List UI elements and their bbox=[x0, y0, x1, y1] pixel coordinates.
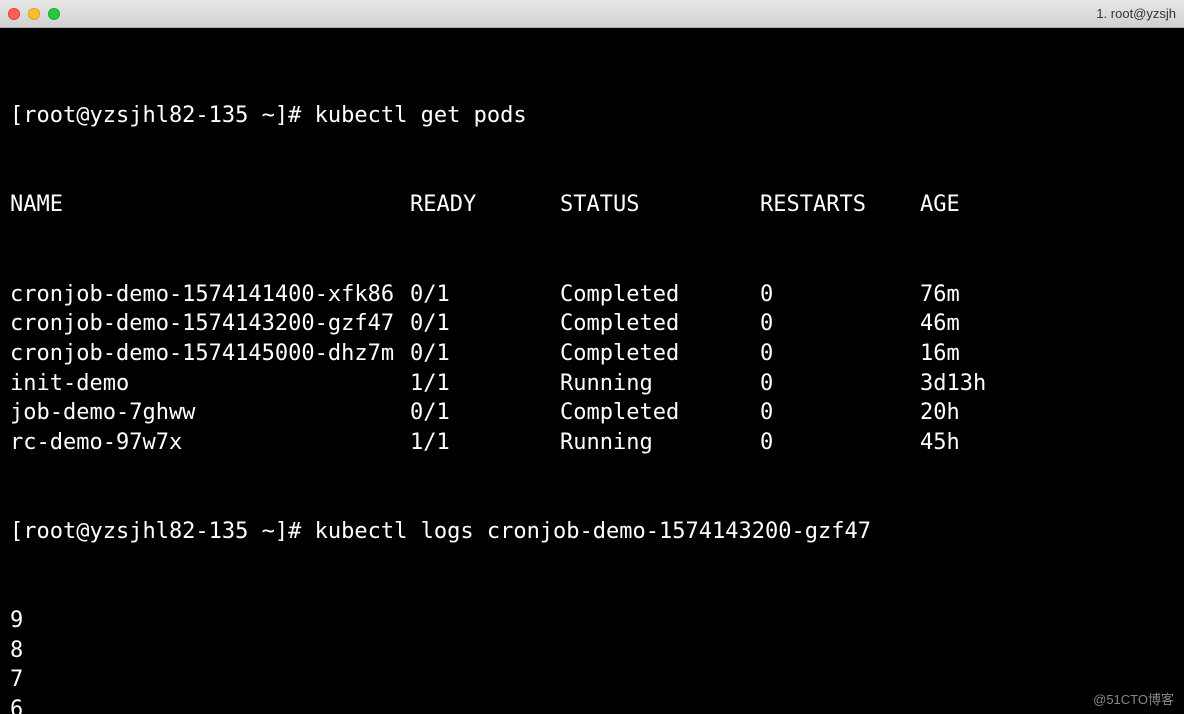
terminal-window: 1. root@yzsjh [root@yzsjhl82-135 ~]# kub… bbox=[0, 0, 1184, 714]
cell-age: 3d13h bbox=[920, 369, 1174, 399]
header-age: AGE bbox=[920, 190, 1174, 220]
log-line: 7 bbox=[10, 665, 1174, 695]
header-name: NAME bbox=[10, 190, 410, 220]
cell-status: Completed bbox=[560, 309, 760, 339]
cell-restarts: 0 bbox=[760, 369, 920, 399]
close-icon[interactable] bbox=[8, 8, 20, 20]
command-line-2: [root@yzsjhl82-135 ~]# kubectl logs cron… bbox=[10, 517, 1174, 547]
watermark: @51CTO博客 bbox=[1093, 689, 1174, 708]
cell-age: 76m bbox=[920, 280, 1174, 310]
cell-ready: 0/1 bbox=[410, 309, 560, 339]
cell-name: init-demo bbox=[10, 369, 410, 399]
traffic-lights bbox=[8, 8, 60, 20]
titlebar: 1. root@yzsjh bbox=[0, 0, 1184, 28]
cell-status: Running bbox=[560, 428, 760, 458]
prompt: [root@yzsjhl82-135 ~]# bbox=[10, 103, 315, 128]
cell-age: 16m bbox=[920, 339, 1174, 369]
cell-restarts: 0 bbox=[760, 398, 920, 428]
cell-name: cronjob-demo-1574141400-xfk86 bbox=[10, 280, 410, 310]
table-row: init-demo1/1Running03d13h bbox=[10, 369, 1174, 399]
window-title: 1. root@yzsjh bbox=[1096, 6, 1176, 21]
table-row: job-demo-7ghww0/1Completed020h bbox=[10, 398, 1174, 428]
cell-ready: 1/1 bbox=[410, 428, 560, 458]
cell-status: Completed bbox=[560, 398, 760, 428]
cell-ready: 0/1 bbox=[410, 339, 560, 369]
header-status: STATUS bbox=[560, 190, 760, 220]
table-row: cronjob-demo-1574145000-dhz7m0/1Complete… bbox=[10, 339, 1174, 369]
table-row: rc-demo-97w7x1/1Running045h bbox=[10, 428, 1174, 458]
cell-ready: 1/1 bbox=[410, 369, 560, 399]
cell-status: Running bbox=[560, 369, 760, 399]
cell-name: job-demo-7ghww bbox=[10, 398, 410, 428]
cell-restarts: 0 bbox=[760, 428, 920, 458]
command-text: kubectl logs cronjob-demo-1574143200-gzf… bbox=[315, 519, 871, 544]
cell-restarts: 0 bbox=[760, 309, 920, 339]
command-text: kubectl get pods bbox=[315, 103, 527, 128]
table-row: cronjob-demo-1574141400-xfk860/1Complete… bbox=[10, 280, 1174, 310]
cell-ready: 0/1 bbox=[410, 280, 560, 310]
table-rows: cronjob-demo-1574141400-xfk860/1Complete… bbox=[10, 280, 1174, 458]
cell-restarts: 0 bbox=[760, 339, 920, 369]
terminal-body[interactable]: [root@yzsjhl82-135 ~]# kubectl get pods … bbox=[0, 28, 1184, 714]
header-ready: READY bbox=[410, 190, 560, 220]
log-output: 987654321 bbox=[10, 606, 1174, 714]
table-header: NAMEREADYSTATUSRESTARTSAGE bbox=[10, 190, 1174, 220]
cell-status: Completed bbox=[560, 280, 760, 310]
cell-name: cronjob-demo-1574145000-dhz7m bbox=[10, 339, 410, 369]
cell-status: Completed bbox=[560, 339, 760, 369]
log-line: 8 bbox=[10, 636, 1174, 666]
maximize-icon[interactable] bbox=[48, 8, 60, 20]
log-line: 6 bbox=[10, 695, 1174, 714]
header-restarts: RESTARTS bbox=[760, 190, 920, 220]
cell-age: 20h bbox=[920, 398, 1174, 428]
cell-age: 46m bbox=[920, 309, 1174, 339]
cell-name: rc-demo-97w7x bbox=[10, 428, 410, 458]
cell-ready: 0/1 bbox=[410, 398, 560, 428]
minimize-icon[interactable] bbox=[28, 8, 40, 20]
table-row: cronjob-demo-1574143200-gzf470/1Complete… bbox=[10, 309, 1174, 339]
prompt: [root@yzsjhl82-135 ~]# bbox=[10, 519, 315, 544]
cell-restarts: 0 bbox=[760, 280, 920, 310]
log-line: 9 bbox=[10, 606, 1174, 636]
command-line-1: [root@yzsjhl82-135 ~]# kubectl get pods bbox=[10, 101, 1174, 131]
cell-name: cronjob-demo-1574143200-gzf47 bbox=[10, 309, 410, 339]
cell-age: 45h bbox=[920, 428, 1174, 458]
